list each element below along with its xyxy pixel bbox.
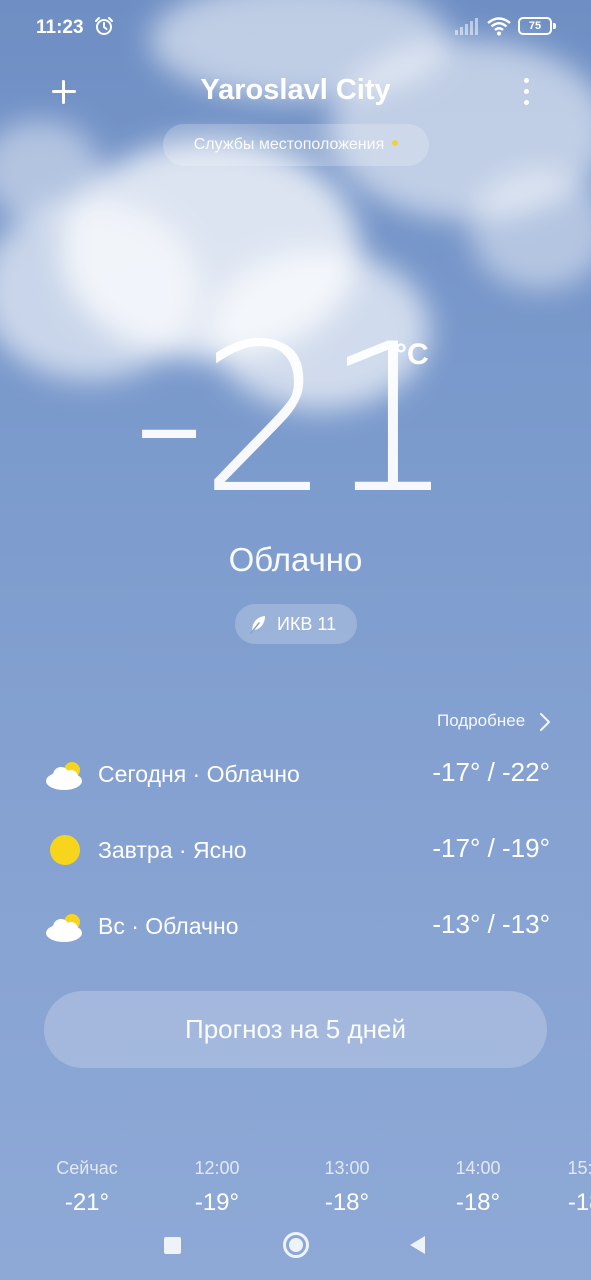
hourly-time: Сейчас xyxy=(56,1158,118,1178)
hourly-forecast[interactable]: Сейчас -21° 12:00 -19° 13:00 -18° 14:00 … xyxy=(0,1150,591,1212)
hourly-temp: -18° xyxy=(455,1189,501,1212)
more-menu-button[interactable] xyxy=(514,76,540,108)
daily-row-today[interactable]: Сегодня · Облачно -17° / -22° xyxy=(44,757,550,807)
menu-dot xyxy=(524,89,529,94)
alarm-icon xyxy=(95,17,113,35)
more-details-link[interactable]: Подробнее xyxy=(437,711,525,731)
hourly-item: 13:00 -18° xyxy=(297,1158,397,1212)
wifi-icon xyxy=(487,17,511,36)
daily-label: Сегодня · Облачно xyxy=(98,761,300,787)
more-vertical-icon xyxy=(524,78,529,83)
signal-icon xyxy=(455,18,478,35)
daily-label: Завтра · Ясно xyxy=(98,837,247,863)
status-time: 11:23 xyxy=(36,17,84,38)
chevron-right-icon xyxy=(540,713,550,731)
hourly-time: 12:00 xyxy=(194,1158,240,1178)
daily-range: -17° / -19° xyxy=(432,833,550,863)
home-button[interactable] xyxy=(283,1232,309,1258)
hourly-item: 12:00 -19° xyxy=(167,1158,267,1212)
menu-dot xyxy=(524,100,529,105)
daily-range: -17° / -22° xyxy=(432,757,550,787)
hourly-temp: -19° xyxy=(194,1189,240,1212)
hourly-temp: -21° xyxy=(64,1189,110,1212)
aqi-label: ИКВ 11 xyxy=(277,614,337,634)
leaf-icon xyxy=(250,616,265,634)
hourly-time: 14:00 xyxy=(455,1158,501,1178)
daily-label: Вс · Облачно xyxy=(98,913,239,939)
sun-icon xyxy=(50,835,80,865)
battery-level: 75 xyxy=(528,20,542,32)
current-temperature: -21 xyxy=(0,318,591,523)
daily-range: -13° / -13° xyxy=(432,909,550,939)
location-status-dot xyxy=(392,139,399,146)
hourly-temp: -18° xyxy=(567,1189,591,1212)
status-bar: 11:23 75 xyxy=(0,0,591,56)
recents-button[interactable] xyxy=(164,1237,181,1254)
location-services-label: Службы местоположения xyxy=(193,136,385,153)
five-day-forecast-button[interactable]: Прогноз на 5 дней xyxy=(44,991,547,1068)
hourly-item: 14:00 -18° xyxy=(428,1158,528,1212)
hourly-time: 15:00 xyxy=(567,1158,591,1178)
battery-icon: 75 xyxy=(518,17,556,35)
temperature-unit: °C xyxy=(395,338,429,371)
hourly-temp: -18° xyxy=(324,1189,370,1212)
hourly-time: 13:00 xyxy=(324,1158,370,1178)
location-services-button[interactable]: Службы местоположения xyxy=(163,124,429,166)
aqi-badge[interactable]: ИКВ 11 xyxy=(235,604,357,644)
partly-cloudy-icon xyxy=(46,914,82,942)
daily-row-tomorrow[interactable]: Завтра · Ясно -17° / -19° xyxy=(44,833,550,883)
partly-cloudy-icon xyxy=(46,762,82,790)
city-title: Yaroslavl City xyxy=(200,74,391,106)
daily-row-sunday[interactable]: Вс · Облачно -13° / -13° xyxy=(44,909,550,959)
hourly-item: Сейчас -21° xyxy=(37,1158,137,1212)
current-condition: Облачно xyxy=(228,541,363,578)
hourly-item: 15:00 -18° xyxy=(540,1158,591,1212)
back-button[interactable] xyxy=(407,1234,427,1256)
